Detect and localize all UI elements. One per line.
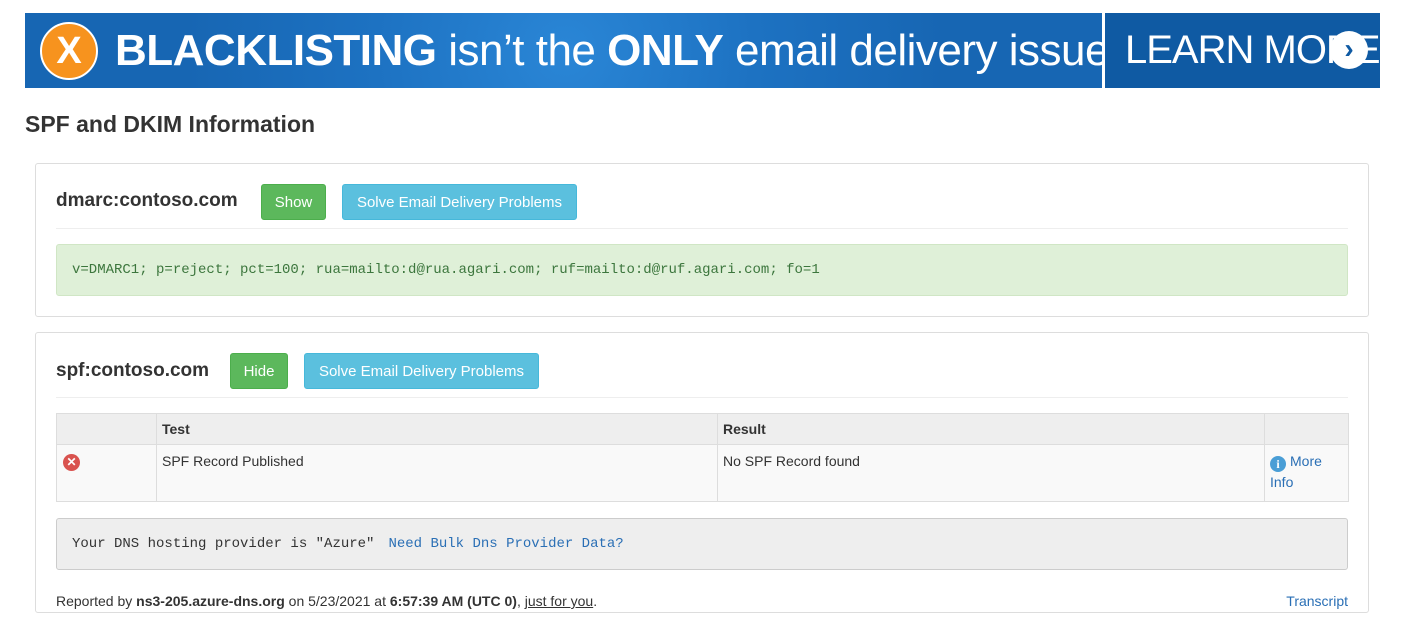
info-icon: i [1270, 456, 1286, 472]
solve-delivery-button[interactable]: Solve Email Delivery Problems [342, 184, 577, 220]
more-info-cell: i More Info [1264, 444, 1349, 502]
ad-banner[interactable]: X BLACKLISTING isn’t the ONLY email deli… [25, 13, 1380, 88]
reporting-server: ns3-205.azure-dns.org [136, 593, 285, 609]
test-column-header: Test [156, 413, 718, 445]
report-time: 6:57:39 AM (UTC 0) [389, 593, 517, 609]
show-button[interactable]: Show [261, 184, 326, 220]
hide-button[interactable]: Hide [230, 353, 288, 389]
banner-headline-bold-1: BLACKLISTING [115, 26, 437, 75]
bulk-dns-link[interactable]: Need Bulk Dns Provider Data? [388, 536, 623, 552]
footer-period: . [593, 593, 598, 609]
banner-headline-end: email delivery issue [723, 26, 1109, 75]
banner-headline-bold-2: ONLY [607, 26, 724, 75]
spf-record-name: spf:contoso.com [56, 360, 210, 381]
chevron-right-icon: › [1330, 31, 1368, 69]
report-footer: Reported by ns3-205.azure-dns.org on 5/2… [56, 593, 597, 609]
table-row: ✕ SPF Record Published No SPF Record fou… [56, 444, 1349, 502]
dmarc-panel: dmarc:contoso.com Show Solve Email Deliv… [35, 163, 1369, 317]
dmarc-panel-header: dmarc:contoso.com Show Solve Email Deliv… [56, 164, 1348, 229]
banner-headline: BLACKLISTING isn’t the ONLY email delive… [115, 23, 1109, 78]
banner-headline-mid: isn’t the [436, 26, 608, 75]
more-info-link[interactable]: i More Info [1270, 453, 1322, 490]
reported-by-prefix: Reported by [56, 593, 137, 609]
result-column-header: Result [717, 413, 1265, 445]
info-column-header [1264, 413, 1349, 445]
error-icon: ✕ [63, 454, 80, 471]
report-date-text: on 5/23/2021 at [284, 593, 390, 609]
status-column-header [56, 413, 157, 445]
dns-provider-text: Your DNS hosting provider is "Azure" [72, 536, 375, 552]
just-for-you-link[interactable]: just for you [525, 593, 593, 609]
table-header-row: Test Result [56, 413, 1349, 445]
test-cell: SPF Record Published [156, 444, 718, 502]
dmarc-record-name: dmarc:contoso.com [56, 190, 238, 211]
spf-panel-header: spf:contoso.com Hide Solve Email Deliver… [56, 333, 1348, 398]
dns-provider-box: Your DNS hosting provider is "Azure" Need… [56, 518, 1348, 570]
spf-panel: spf:contoso.com Hide Solve Email Deliver… [35, 332, 1369, 613]
result-cell: No SPF Record found [717, 444, 1265, 502]
page-title: SPF and DKIM Information [25, 111, 316, 137]
learn-more-button[interactable]: LEARN MORE › [1105, 13, 1380, 88]
status-cell: ✕ [56, 444, 157, 502]
transcript-link[interactable]: Transcript [1286, 593, 1348, 609]
solve-delivery-button[interactable]: Solve Email Delivery Problems [304, 353, 539, 389]
spf-results-table: Test Result ✕ SPF Record Published No SP… [56, 413, 1349, 502]
dmarc-record-value: v=DMARC1; p=reject; pct=100; rua=mailto:… [56, 244, 1348, 296]
x-icon: X [40, 22, 98, 80]
footer-comma: , [516, 593, 525, 609]
